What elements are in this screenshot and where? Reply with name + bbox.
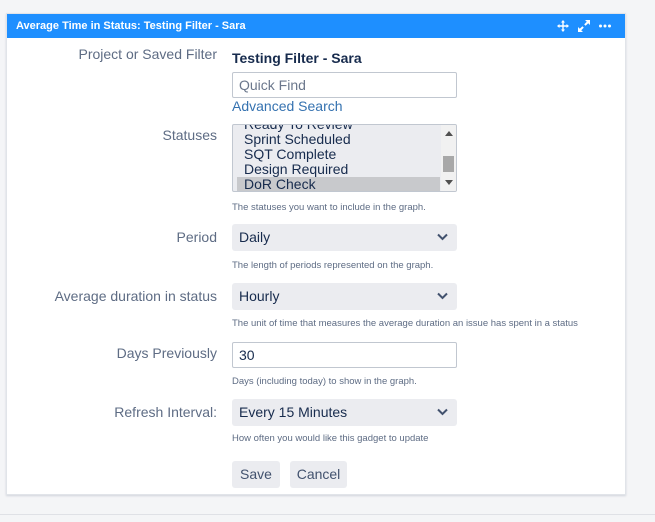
avg-duration-select[interactable]: Hourly — [232, 283, 457, 310]
gadget-title-bar: Average Time in Status: Testing Filter -… — [7, 14, 625, 38]
statuses-options: Ready To Review Sprint Scheduled SQT Com… — [237, 125, 440, 191]
days-previously-label: Days Previously — [116, 345, 217, 361]
gadget-title: Average Time in Status: Testing Filter -… — [16, 20, 246, 32]
days-previously-input[interactable] — [232, 342, 457, 368]
avg-duration-help: The unit of time that measures the avera… — [232, 318, 578, 329]
page-divider — [0, 514, 655, 515]
expand-icon[interactable] — [578, 20, 590, 32]
refresh-value: Every 15 Minutes — [239, 404, 348, 420]
scroll-down-arrow-icon[interactable] — [445, 180, 453, 185]
more-icon[interactable] — [599, 24, 611, 28]
scroll-thumb[interactable] — [443, 156, 454, 172]
filter-label: Project or Saved Filter — [78, 46, 218, 62]
cancel-button[interactable]: Cancel — [290, 461, 347, 488]
status-option[interactable]: Sprint Scheduled — [237, 132, 440, 147]
period-help: The length of periods represented on the… — [232, 260, 434, 271]
statuses-scrollbar[interactable] — [441, 125, 456, 191]
quick-find-input[interactable] — [232, 72, 457, 98]
gadget-title-icons — [557, 14, 611, 38]
chevron-down-icon — [437, 233, 448, 241]
status-option-selected[interactable]: DoR Check — [237, 177, 440, 191]
chevron-down-icon — [437, 292, 448, 300]
avg-duration-value: Hourly — [239, 288, 280, 304]
refresh-label: Refresh Interval: — [114, 404, 217, 420]
scroll-up-arrow-icon[interactable] — [445, 131, 453, 136]
move-icon[interactable] — [557, 20, 569, 32]
status-option[interactable]: Design Required — [237, 162, 440, 177]
refresh-help: How often you would like this gadget to … — [232, 433, 429, 444]
avg-duration-label: Average duration in status — [54, 288, 217, 304]
statuses-help: The statuses you want to include in the … — [232, 202, 426, 213]
period-select[interactable]: Daily — [232, 224, 457, 251]
filter-value: Testing Filter - Sara — [232, 50, 362, 66]
gadget-container: Average Time in Status: Testing Filter -… — [6, 13, 626, 495]
refresh-select[interactable]: Every 15 Minutes — [232, 399, 457, 426]
statuses-label: Statuses — [162, 127, 217, 143]
chevron-down-icon — [437, 408, 448, 416]
period-value: Daily — [239, 229, 271, 245]
status-option[interactable]: SQT Complete — [237, 147, 440, 162]
statuses-multiselect[interactable]: Ready To Review Sprint Scheduled SQT Com… — [232, 124, 457, 192]
days-previously-help: Days (including today) to show in the gr… — [232, 376, 417, 387]
period-label: Period — [176, 229, 217, 245]
advanced-search-link[interactable]: Advanced Search — [232, 98, 343, 114]
save-button[interactable]: Save — [232, 461, 280, 488]
